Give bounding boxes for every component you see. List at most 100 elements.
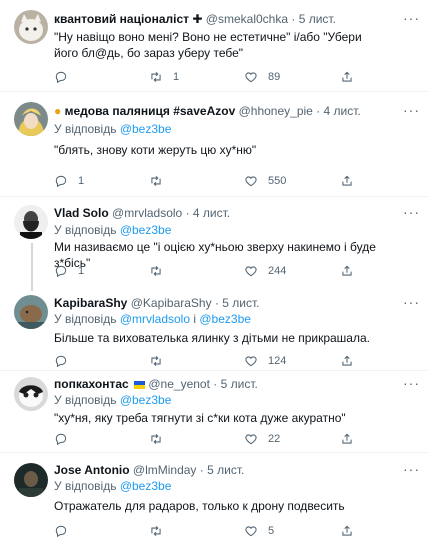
- anime-avatar-icon: [14, 102, 48, 136]
- share-icon: [342, 525, 352, 536]
- like-count: 89: [268, 71, 281, 83]
- reply-icon: [55, 71, 67, 84]
- reply-context: У відповідь @mrvladsolo і @bez3be: [54, 312, 251, 327]
- like-button[interactable]: 550: [244, 174, 286, 188]
- tweet-header: ● медова паляниця #saveAzov @hhoney_pie …: [54, 104, 361, 119]
- reply-count: 1: [78, 265, 85, 277]
- avatar[interactable]: [14, 205, 48, 239]
- user-handle[interactable]: @hhoney_pie: [239, 104, 313, 118]
- user-handle[interactable]: @KapibaraShy: [131, 296, 212, 310]
- reply-to-label: У відповідь: [54, 312, 117, 326]
- reply-context: У відповідь @bez3be: [54, 122, 171, 137]
- avatar[interactable]: [14, 295, 48, 329]
- like-button[interactable]: 5: [244, 524, 274, 538]
- display-name[interactable]: Jose Antonio: [54, 463, 130, 477]
- retweet-icon: [151, 355, 161, 367]
- tweet[interactable]: квантовий націоналіст ✚ @smekal0chka · 5…: [0, 0, 428, 92]
- action-bar: 5: [54, 524, 414, 540]
- heart-icon: [245, 434, 257, 445]
- display-name[interactable]: Vlad Solo: [54, 206, 109, 220]
- heart-icon: [245, 266, 257, 277]
- like-count: 22: [268, 433, 281, 445]
- retweet-button[interactable]: [149, 264, 173, 278]
- display-name[interactable]: попкахонтас: [54, 377, 129, 391]
- like-button[interactable]: 22: [244, 432, 280, 446]
- like-button[interactable]: 89: [244, 70, 280, 84]
- action-bar: 1 244: [54, 264, 414, 280]
- tweet[interactable]: попкахонтас @ne_yenot · 5 лист. ··· У ві…: [0, 371, 428, 453]
- timestamp[interactable]: · 5 лист.: [215, 296, 260, 310]
- more-icon[interactable]: ···: [403, 376, 420, 390]
- reply-button[interactable]: 1: [54, 174, 84, 188]
- more-icon[interactable]: ···: [403, 11, 420, 25]
- reply-context: У відповідь @bez3be: [54, 223, 171, 238]
- reply-icon: [55, 525, 67, 538]
- share-button[interactable]: [340, 264, 364, 278]
- mention-link[interactable]: @bez3be: [120, 393, 172, 407]
- mention-link[interactable]: @bez3be: [120, 223, 172, 237]
- mention-link[interactable]: @mrvladsolo: [120, 312, 190, 326]
- tweet-text: Більше та вихователька ялинку з дітьми н…: [54, 331, 370, 345]
- share-button[interactable]: [340, 70, 364, 84]
- tweet-feed: квантовий націоналіст ✚ @smekal0chka · 5…: [0, 0, 428, 544]
- mention-link[interactable]: @bez3be: [199, 312, 251, 326]
- share-button[interactable]: [340, 174, 364, 188]
- share-button[interactable]: [340, 524, 364, 538]
- share-icon: [342, 265, 352, 276]
- timestamp[interactable]: · 5 лист.: [291, 12, 336, 26]
- timestamp[interactable]: · 5 лист.: [200, 463, 245, 477]
- tweet[interactable]: Jose Antonio @lmMinday · 5 лист. ··· У в…: [0, 453, 428, 544]
- tweet-header: KapibaraShy @KapibaraShy · 5 лист.: [54, 296, 260, 311]
- user-handle[interactable]: @mrvladsolo: [112, 206, 182, 220]
- like-button[interactable]: 244: [244, 264, 286, 278]
- user-handle[interactable]: @ne_yenot: [148, 377, 210, 391]
- share-button[interactable]: [340, 354, 364, 368]
- display-name[interactable]: квантовий націоналіст ✚: [54, 12, 202, 26]
- more-icon[interactable]: ···: [403, 205, 420, 219]
- mention-link[interactable]: @bez3be: [120, 479, 172, 493]
- user-handle[interactable]: @lmMinday: [133, 463, 197, 477]
- user-handle[interactable]: @smekal0chka: [206, 12, 288, 26]
- retweet-button[interactable]: [149, 432, 173, 446]
- reply-icon: [55, 265, 67, 278]
- timestamp[interactable]: · 4 лист.: [186, 206, 231, 220]
- tweet[interactable]: Vlad Solo @mrvladsolo · 4 лист. ··· У ві…: [0, 197, 428, 291]
- reply-button[interactable]: [54, 70, 78, 84]
- reply-button[interactable]: [54, 524, 78, 538]
- more-icon[interactable]: ···: [403, 462, 420, 476]
- timestamp[interactable]: · 5 лист.: [213, 377, 258, 391]
- retweet-icon: [151, 433, 161, 445]
- tweet-text: "блять, знову коти жеруть цю ху*ню": [54, 143, 257, 157]
- heart-icon: [245, 356, 257, 367]
- avatar[interactable]: [14, 102, 48, 136]
- reply-button[interactable]: 1: [54, 264, 84, 278]
- avatar[interactable]: [14, 377, 48, 411]
- tweet[interactable]: ● медова паляниця #saveAzov @hhoney_pie …: [0, 92, 428, 197]
- action-bar: 22: [54, 432, 414, 448]
- display-name[interactable]: медова паляниця #saveAzov: [65, 104, 236, 118]
- like-count: 244: [268, 265, 287, 277]
- retweet-button[interactable]: [149, 174, 173, 188]
- reply-button[interactable]: [54, 354, 78, 368]
- reply-to-label: У відповідь: [54, 479, 117, 493]
- timestamp[interactable]: · 4 лист.: [316, 104, 361, 118]
- more-icon[interactable]: ···: [403, 103, 420, 117]
- avatar[interactable]: [14, 10, 48, 44]
- retweet-icon: [151, 71, 161, 83]
- share-button[interactable]: [340, 432, 364, 446]
- like-button[interactable]: 124: [244, 354, 286, 368]
- avatar[interactable]: [14, 463, 48, 497]
- retweet-button[interactable]: [149, 354, 173, 368]
- reply-icon: [55, 433, 67, 446]
- tweet[interactable]: KapibaraShy @KapibaraShy · 5 лист. ··· У…: [0, 287, 428, 371]
- retweet-button[interactable]: 1: [149, 70, 179, 84]
- mention-link[interactable]: @bez3be: [120, 122, 172, 136]
- reply-to-label: У відповідь: [54, 223, 117, 237]
- more-icon[interactable]: ···: [403, 295, 420, 309]
- bearded-man-avatar-icon: [14, 205, 48, 239]
- reply-to-label: У відповідь: [54, 393, 117, 407]
- reply-button[interactable]: [54, 432, 78, 446]
- tweet-header: квантовий націоналіст ✚ @smekal0chka · 5…: [54, 12, 336, 27]
- retweet-button[interactable]: [149, 524, 173, 538]
- display-name[interactable]: KapibaraShy: [54, 296, 127, 310]
